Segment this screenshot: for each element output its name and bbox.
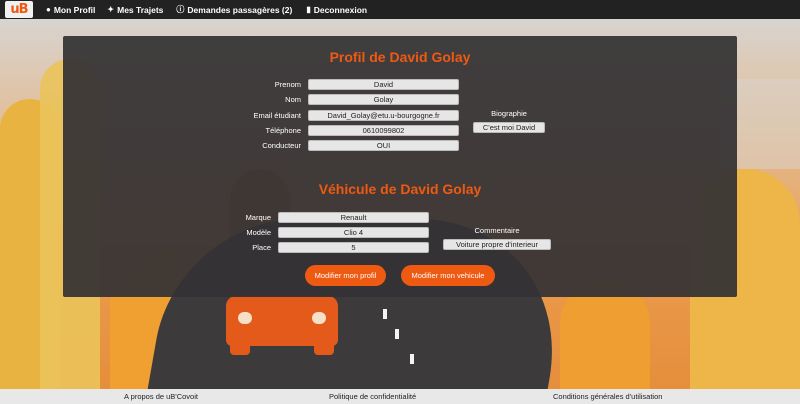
label-nom: Nom bbox=[285, 95, 301, 104]
nav-deconnexion[interactable]: ▮ Deconnexion bbox=[306, 5, 367, 15]
label-place: Place bbox=[252, 243, 271, 252]
telephone-field[interactable]: 0610099802 bbox=[308, 125, 459, 136]
footer: A propos de uB'Covoit Politique de confi… bbox=[0, 389, 800, 404]
nav-label: Mon Profil bbox=[53, 4, 96, 15]
nav-label: Demandes passagères (2) bbox=[187, 4, 293, 15]
footer-privacy-link[interactable]: Politique de confidentialité bbox=[329, 392, 416, 401]
modele-field[interactable]: Clio 4 bbox=[278, 227, 429, 238]
nav-mon-profil[interactable]: ● Mon Profil bbox=[46, 5, 95, 15]
label-marque: Marque bbox=[245, 213, 271, 222]
nav-label: Deconnexion bbox=[313, 4, 368, 15]
nav-demandes-passageres[interactable]: ⓘ Demandes passagères (2) bbox=[176, 4, 292, 15]
commentaire-label: Commentaire bbox=[474, 226, 520, 235]
edit-vehicle-button[interactable]: Modifier mon vehicule bbox=[401, 265, 495, 286]
profile-panel: Profil de David Golay Prenom David Nom G… bbox=[63, 36, 737, 297]
biographie-label: Biographie bbox=[491, 109, 527, 118]
nav-mes-trajets[interactable]: ✦ Mes Trajets bbox=[107, 5, 163, 15]
label-modele: Modèle bbox=[246, 228, 271, 237]
commentaire-field[interactable]: Voiture propre d'interieur bbox=[443, 239, 551, 250]
ub-logo[interactable]: uB bbox=[5, 1, 33, 18]
top-navbar: uB ● Mon Profil ✦ Mes Trajets ⓘ Demandes… bbox=[0, 0, 800, 19]
conducteur-field[interactable]: OUI bbox=[308, 140, 459, 151]
label-prenom: Prenom bbox=[274, 80, 301, 89]
car-icon: ✦ bbox=[107, 5, 115, 14]
door-icon: ▮ bbox=[306, 5, 311, 14]
email-field[interactable]: David_Golay@etu.u-bourgogne.fr bbox=[308, 110, 459, 121]
prenom-field[interactable]: David bbox=[308, 79, 459, 90]
vehicle-title: Véhicule de David Golay bbox=[318, 181, 482, 197]
nav-label: Mes Trajets bbox=[117, 4, 164, 15]
biographie-field[interactable]: C'est moi David bbox=[473, 122, 545, 133]
marque-field[interactable]: Renault bbox=[278, 212, 429, 223]
nom-field[interactable]: Golay bbox=[308, 94, 459, 105]
info-icon: ⓘ bbox=[176, 5, 185, 14]
user-icon: ● bbox=[46, 5, 51, 14]
label-conducteur: Conducteur bbox=[262, 141, 301, 150]
footer-about-link[interactable]: A propos de uB'Covoit bbox=[124, 392, 198, 401]
footer-terms-link[interactable]: Conditions générales d'utilisation bbox=[553, 392, 662, 401]
label-telephone: Téléphone bbox=[265, 126, 301, 135]
place-field[interactable]: 5 bbox=[278, 242, 429, 253]
profile-title: Profil de David Golay bbox=[329, 49, 471, 65]
label-email: Email étudiant bbox=[253, 111, 301, 120]
edit-profile-button[interactable]: Modifier mon profil bbox=[305, 265, 386, 286]
